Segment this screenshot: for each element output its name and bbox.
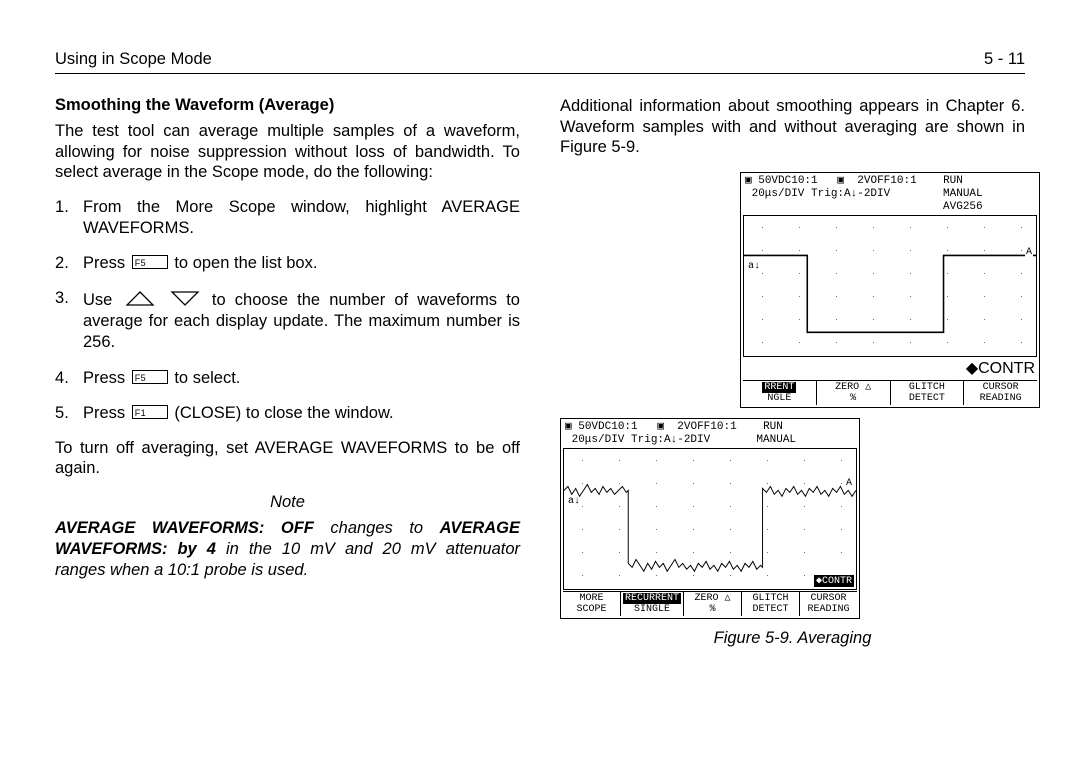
step-text: (CLOSE) to close the window. <box>170 404 394 422</box>
softkey-label: RECURRENT <box>623 593 681 604</box>
scope-screenshot-averaged: ▣ 50VDC10:1 ▣ 2VOFF10:1 RUN 20μs/DIV Tri… <box>740 172 1040 408</box>
softkey-label: GLITCH <box>753 593 789 604</box>
softkey-label: CURSOR <box>811 593 847 604</box>
up-arrow-icon <box>124 288 156 308</box>
step-text: Press <box>83 254 130 272</box>
figure-caption: Figure 5-9. Averaging <box>560 629 1025 648</box>
step-2: Press F5 to open the list box. <box>55 253 520 274</box>
softkey-label: RRENT <box>762 382 796 393</box>
softkey: RRENTNGLE <box>743 381 816 405</box>
header-left: Using in Scope Mode <box>55 50 212 69</box>
page-header: Using in Scope Mode 5 - 11 <box>55 50 1025 74</box>
note-bold: AVERAGE WAVEFORMS: OFF <box>55 519 314 537</box>
softkey-label: ZERO △ <box>835 382 871 393</box>
step-text: From the More Scope window, highlight AV… <box>83 198 520 237</box>
instruction-list: From the More Scope window, highlight AV… <box>55 197 520 424</box>
section-title: Smoothing the Waveform (Average) <box>55 96 520 115</box>
f5-key: F5 <box>132 370 168 384</box>
note-text: changes to <box>314 519 440 537</box>
scope-status-line: ▣ 50VDC10:1 ▣ 2VOFF10:1 RUN <box>743 175 1037 188</box>
scope-softkeys: RRENTNGLE ZERO △% GLITCHDETECT CURSORREA… <box>743 380 1037 405</box>
softkey: CURSORREADING <box>799 592 857 616</box>
waveform-noisy <box>564 449 856 589</box>
step-text: to select. <box>170 369 241 387</box>
step-4: Press F5 to select. <box>55 368 520 389</box>
scope-status-line: 20μs/DIV Trig:A↓-2DIV MANUAL <box>563 434 857 447</box>
scope-grid: A a↓ ◆CONTR <box>563 448 857 590</box>
turnoff-paragraph: To turn off averaging, set AVERAGE WAVEF… <box>55 438 520 479</box>
scope-status-line: AVG256 <box>743 201 1037 214</box>
softkey: MORESCOPE <box>563 592 620 616</box>
note-heading: Note <box>55 493 520 512</box>
softkey: GLITCHDETECT <box>741 592 799 616</box>
step-3: Use to choose the number of waveforms to… <box>55 288 520 353</box>
softkey-label: SINGLE <box>634 604 670 615</box>
softkey-label: MORE <box>579 593 603 604</box>
softkey-label: SCOPE <box>576 604 606 615</box>
down-arrow-icon <box>169 288 201 308</box>
figure-5-9: ▣ 50VDC10:1 ▣ 2VOFF10:1 RUN 20μs/DIV Tri… <box>560 172 1025 619</box>
header-pagenum: 5 - 11 <box>984 50 1025 69</box>
right-intro: Additional information about smoothing a… <box>560 96 1025 158</box>
softkey-label: % <box>710 604 716 615</box>
softkey-label: DETECT <box>753 604 789 615</box>
scope-grid: A a↓ <box>743 215 1037 357</box>
softkey: CURSORREADING <box>963 381 1037 405</box>
intro-paragraph: The test tool can average multiple sampl… <box>55 121 520 183</box>
step-text: Press <box>83 404 130 422</box>
channel-a-marker: A <box>845 479 853 489</box>
f5-key: F5 <box>132 255 168 269</box>
softkey-label: READING <box>808 604 850 615</box>
step-text: Press <box>83 369 130 387</box>
contr-indicator: ◆CONTR <box>814 575 854 587</box>
step-5: Press F1 (CLOSE) to close the window. <box>55 403 520 424</box>
softkey: GLITCHDETECT <box>890 381 964 405</box>
softkey-label: NGLE <box>767 393 791 404</box>
softkey-label: READING <box>980 393 1022 404</box>
softkey-label: GLITCH <box>909 382 945 393</box>
softkey-label: CURSOR <box>983 382 1019 393</box>
scope-screenshot-noisy: ▣ 50VDC10:1 ▣ 2VOFF10:1 RUN 20μs/DIV Tri… <box>560 418 860 619</box>
manual-page: Using in Scope Mode 5 - 11 Smoothing the… <box>0 0 1080 762</box>
softkey: ZERO △% <box>816 381 890 405</box>
note-body: AVERAGE WAVEFORMS: OFF changes to AVERAG… <box>55 518 520 581</box>
step-text: Use <box>83 291 122 309</box>
left-column: Smoothing the Waveform (Average) The tes… <box>55 96 520 648</box>
waveform-clean <box>744 216 1036 356</box>
f1-key: F1 <box>132 405 168 419</box>
contr-indicator: ◆CONTR <box>966 360 1035 377</box>
trigger-marker: a↓ <box>747 262 761 272</box>
scope-softkeys: MORESCOPE RECURRENTSINGLE ZERO △% GLITCH… <box>563 591 857 616</box>
trigger-marker: a↓ <box>567 497 581 507</box>
right-column: Additional information about smoothing a… <box>560 96 1025 648</box>
softkey-label: % <box>850 393 856 404</box>
step-text: to open the list box. <box>170 254 318 272</box>
scope-status-line: 20μs/DIV Trig:A↓-2DIV MANUAL <box>743 188 1037 201</box>
softkey: ZERO △% <box>683 592 741 616</box>
scope-status-line: ▣ 50VDC10:1 ▣ 2VOFF10:1 RUN <box>563 421 857 434</box>
softkey-label: ZERO △ <box>695 593 731 604</box>
softkey: RECURRENTSINGLE <box>620 592 683 616</box>
step-1: From the More Scope window, highlight AV… <box>55 197 520 239</box>
softkey-label: DETECT <box>909 393 945 404</box>
channel-a-marker: A <box>1025 248 1033 258</box>
